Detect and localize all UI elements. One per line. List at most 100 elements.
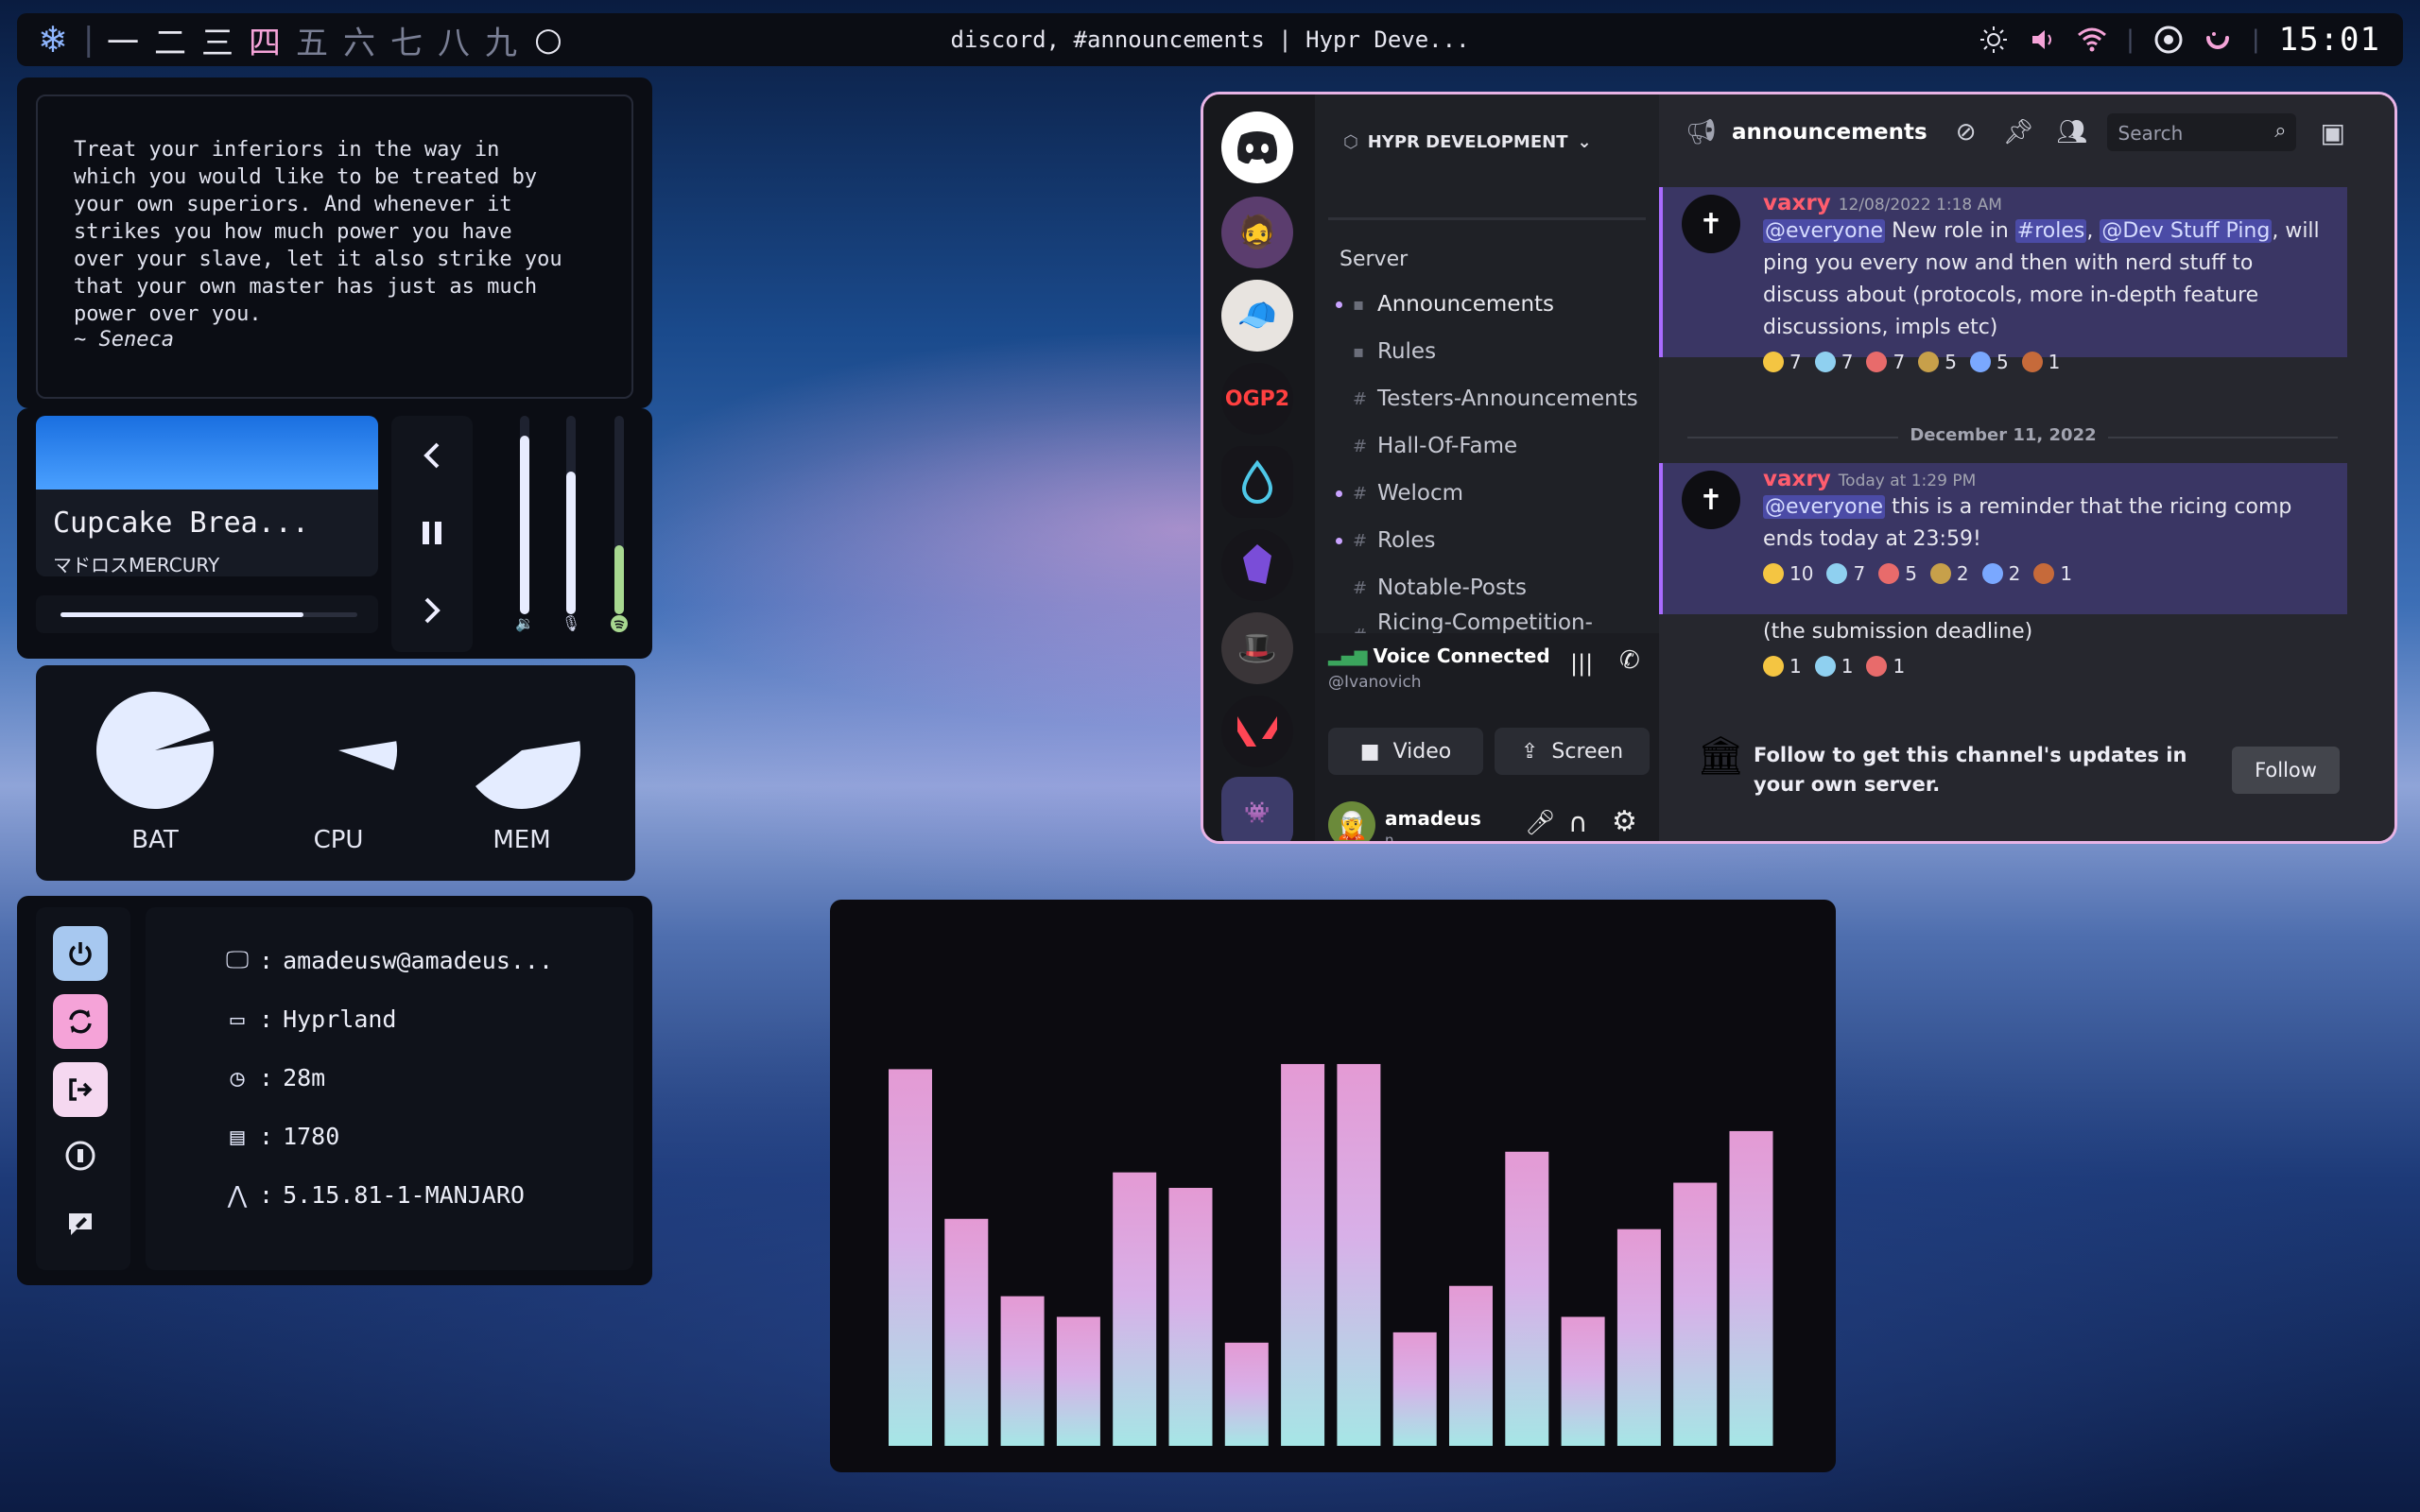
channel-item[interactable]: # Roles: [1336, 520, 1436, 561]
everyone-mention[interactable]: @everyone: [1763, 219, 1886, 243]
record-icon[interactable]: [2153, 25, 2184, 55]
volume-icon[interactable]: [2028, 25, 2058, 55]
chat-header: 📢︎ announcements ⊘ 📌︎ 👥︎ Search ⌕ ▣: [1659, 94, 2394, 170]
server-header[interactable]: ⬡ HYPR DEVELOPMENT ⌄: [1343, 132, 1592, 152]
everyone-mention[interactable]: @everyone: [1763, 495, 1886, 519]
reaction[interactable]: 7: [1826, 559, 1865, 588]
album-art: Cupcake Brea... マドロスMERCURY: [36, 416, 378, 576]
info-row-packages: ▤:1780: [225, 1117, 339, 1155]
video-button[interactable]: ■ Video: [1328, 728, 1483, 775]
power-icon: [69, 942, 92, 966]
reaction[interactable]: 7: [1814, 348, 1853, 376]
refresh-icon: [69, 1009, 92, 1034]
search-icon: ⌕: [2274, 119, 2287, 143]
gauge-slice: [338, 741, 397, 771]
reaction-count: 5: [1905, 562, 1917, 585]
server-icon-portrait[interactable]: 🎩: [1221, 612, 1293, 684]
visualizer-bar: [1392, 1332, 1437, 1446]
server-icon-trainer[interactable]: 🧢: [1221, 280, 1293, 352]
server-icon-ogp2[interactable]: OGP2: [1221, 363, 1293, 435]
speaker-volume-slider[interactable]: [520, 416, 529, 614]
message-author[interactable]: vaxry: [1763, 467, 1831, 491]
megaphone-icon: 📢︎: [1685, 118, 1718, 146]
disconnect-icon[interactable]: ✆: [1619, 646, 1640, 675]
moon-icon[interactable]: [2203, 25, 2233, 55]
role-mention[interactable]: @Dev Stuff Ping: [2100, 219, 2273, 243]
emoji-icon: [1918, 352, 1940, 372]
channel-item[interactable]: # Notable-Posts: [1353, 567, 1527, 609]
channel-item[interactable]: # Testers-Announcements: [1353, 378, 1638, 420]
channel-hash-icon: #: [1353, 530, 1368, 551]
reaction[interactable]: 1: [1814, 652, 1854, 680]
avatar[interactable]: 🧝: [1328, 801, 1375, 841]
server-folder[interactable]: 👾: [1221, 777, 1293, 841]
avatar[interactable]: ✝: [1682, 195, 1740, 253]
chevron-down-icon: ⌄: [1577, 132, 1592, 152]
reaction[interactable]: 1: [2021, 348, 2061, 376]
video-camera-icon: ■: [1359, 739, 1380, 764]
next-button[interactable]: [413, 592, 451, 629]
headphones-icon[interactable]: ∩: [1568, 807, 1588, 838]
noise-suppression-icon[interactable]: |||: [1570, 650, 1593, 677]
microphone-icon[interactable]: 🎤︎: [1525, 809, 1556, 837]
message-author[interactable]: vaxry: [1763, 191, 1831, 215]
reaction[interactable]: 1: [1866, 652, 1905, 680]
reaction[interactable]: 5: [1878, 559, 1917, 588]
unread-dot: [1336, 537, 1342, 544]
reaction[interactable]: 1: [1763, 652, 1802, 680]
reaction[interactable]: 5: [1918, 348, 1957, 376]
mic-volume-slider[interactable]: [566, 416, 576, 614]
channel-item[interactable]: ▪ Announcements: [1336, 284, 1554, 325]
avatar[interactable]: ✝: [1682, 471, 1740, 529]
reaction-count: 1: [1841, 655, 1854, 678]
follow-button[interactable]: Follow: [2232, 747, 2340, 794]
gear-icon[interactable]: ⚙: [1612, 805, 1637, 838]
reaction[interactable]: 10: [1763, 559, 1813, 588]
reaction[interactable]: 5: [1969, 348, 2009, 376]
reaction[interactable]: 1: [2033, 559, 2072, 588]
reaction[interactable]: 7: [1866, 348, 1905, 376]
reaction[interactable]: 7: [1763, 348, 1802, 376]
separator: |: [2126, 26, 2135, 54]
reactions: 10 7 5 2 2 1: [1763, 559, 2328, 588]
reaction-count: 1: [2048, 351, 2061, 373]
spotify-volume-slider[interactable]: [614, 416, 624, 614]
shutdown-button[interactable]: [53, 926, 108, 981]
channel-hash-icon: #: [1353, 483, 1368, 504]
lock-button[interactable]: [53, 1196, 108, 1251]
wifi-icon[interactable]: [2077, 25, 2107, 55]
quote-widget: Treat your inferiors in the way in which…: [17, 77, 652, 408]
message: ✝ vaxry Today at 1:29 PM @everyone this i…: [1659, 463, 2347, 614]
reaction[interactable]: 2: [1929, 559, 1969, 588]
channel-item[interactable]: # Welocm: [1336, 472, 1463, 514]
user-tag: n: [1385, 832, 1394, 844]
channel-item[interactable]: ▪ Rules: [1353, 331, 1436, 372]
server-icon-hypr[interactable]: [1221, 446, 1293, 518]
speaker-icon: 🔉: [515, 614, 534, 632]
suspend-button[interactable]: [53, 1128, 108, 1183]
pause-icon: [423, 522, 441, 544]
discord-home-button[interactable]: [1221, 112, 1293, 183]
song-progress[interactable]: [36, 595, 378, 633]
pin-icon[interactable]: 📌︎: [2003, 118, 2034, 146]
reaction[interactable]: 2: [1981, 559, 2020, 588]
search-input[interactable]: Search ⌕: [2106, 113, 2296, 151]
pause-button[interactable]: [413, 514, 451, 552]
inbox-icon[interactable]: ▣: [2321, 117, 2345, 148]
mute-icon[interactable]: ⊘: [1956, 118, 1977, 146]
server-icon-cartoon[interactable]: 🧔: [1221, 197, 1293, 268]
brightness-icon[interactable]: [1979, 25, 2009, 55]
channel-mention[interactable]: #roles: [2014, 219, 2087, 243]
server-icon-valorant[interactable]: [1221, 696, 1293, 767]
memory-gauge: MEM: [456, 684, 588, 854]
members-icon[interactable]: 👥︎: [2057, 118, 2088, 146]
channel-item[interactable]: # Hall-Of-Fame: [1353, 425, 1517, 467]
gauge-label: BAT: [131, 826, 179, 854]
logout-button[interactable]: [53, 1062, 108, 1117]
screen-share-button[interactable]: ⇪ Screen: [1495, 728, 1650, 775]
reboot-button[interactable]: [53, 994, 108, 1049]
emoji-icon: [1814, 656, 1836, 677]
server-icon-crystal[interactable]: [1221, 529, 1293, 601]
media-player: Cupcake Brea... マドロスMERCURY 🔉 🎙: [17, 408, 652, 659]
previous-button[interactable]: [413, 437, 451, 474]
